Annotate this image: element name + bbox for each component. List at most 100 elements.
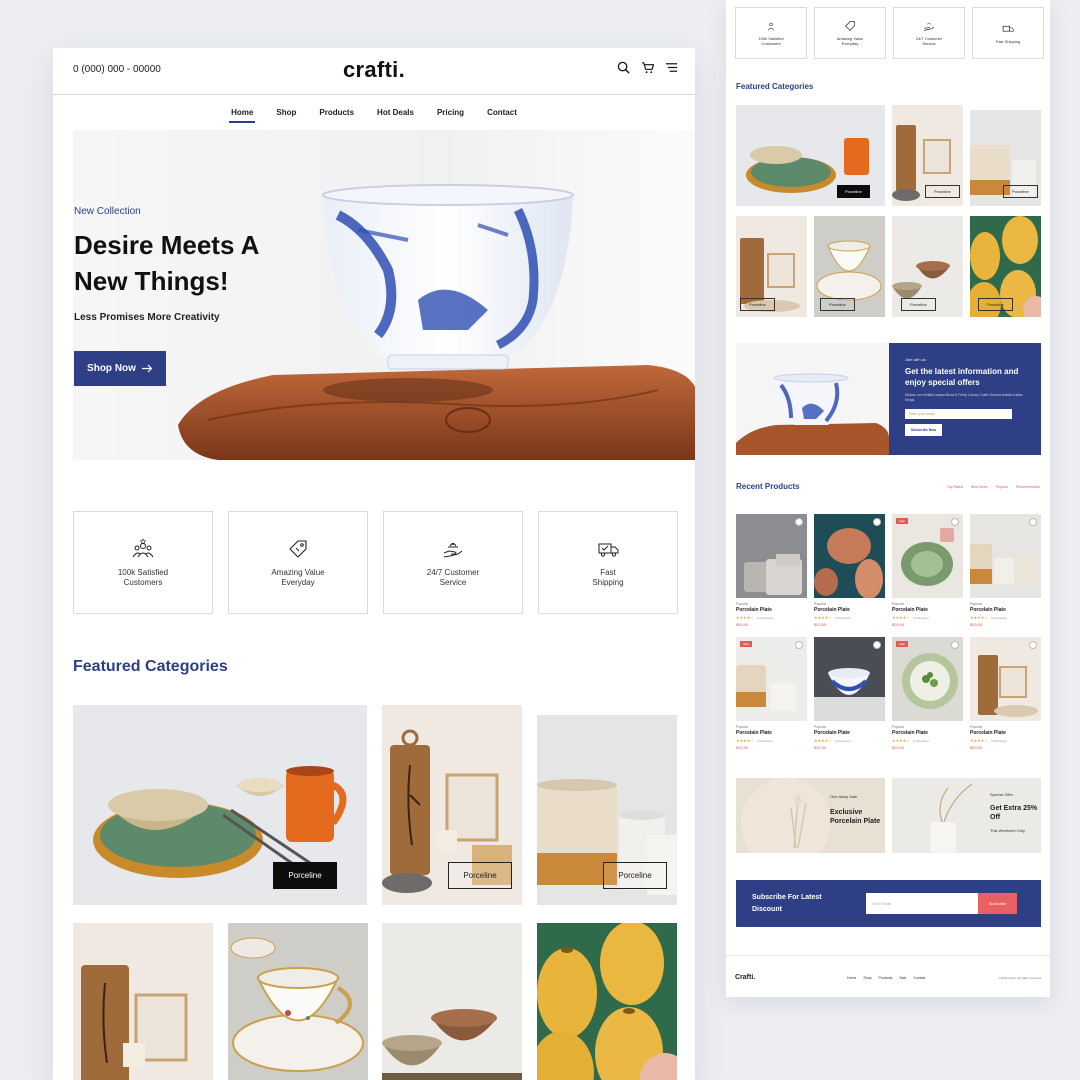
- product-name[interactable]: Porcelain Plate: [736, 730, 807, 736]
- preview-category-tile[interactable]: Porceline: [892, 216, 963, 317]
- offer-banner[interactable]: One Away Sale Exclusive Porcelain Plate: [736, 778, 885, 853]
- footer-nav: Home Shop Products Sale Contact: [847, 976, 925, 980]
- product-category: Popular: [736, 725, 749, 729]
- nav-contact[interactable]: Contact: [487, 108, 517, 121]
- preview-category-tile[interactable]: Porceline: [736, 216, 807, 317]
- product-category: Popular: [892, 602, 905, 606]
- tab-popular[interactable]: Popular: [996, 485, 1008, 489]
- wishlist-icon[interactable]: [795, 518, 803, 526]
- feature-text: Fast: [600, 567, 616, 577]
- porceline-button[interactable]: Porceline: [448, 862, 512, 889]
- wishlist-icon[interactable]: [951, 641, 959, 649]
- category-tile[interactable]: [73, 923, 213, 1080]
- tab-best-seller[interactable]: Best Seller: [971, 485, 988, 489]
- product-name[interactable]: Porcelain Plate: [736, 607, 807, 613]
- product-card[interactable]: Popular Porcelain Plate ★★★★☆ (4 Reviews)…: [814, 514, 885, 627]
- nav-products[interactable]: Products: [319, 108, 354, 121]
- nav-home[interactable]: Home: [229, 108, 256, 123]
- porceline-button[interactable]: Porceline: [273, 862, 337, 889]
- wishlist-icon[interactable]: [951, 518, 959, 526]
- preview-category-tile[interactable]: Porceline: [970, 110, 1041, 206]
- footer-link-shop[interactable]: Shop: [863, 976, 871, 980]
- product-card[interactable]: Sale Popular Porcelain Plate ★★★★☆ (4 Rev…: [736, 637, 807, 750]
- tab-top-rated[interactable]: Top Rated: [947, 485, 963, 489]
- nav-pricing[interactable]: Pricing: [437, 108, 464, 121]
- product-rating: ★★★★☆ (4 Reviews): [814, 738, 885, 743]
- arrow-right-icon: [141, 364, 153, 373]
- product-image: [892, 637, 963, 721]
- footer-link-products[interactable]: Products: [879, 976, 893, 980]
- footer-logo[interactable]: Crafti.: [735, 974, 755, 981]
- wishlist-icon[interactable]: [1029, 518, 1037, 526]
- subscribe-email-input[interactable]: Your Email: [866, 893, 978, 914]
- product-card[interactable]: Sale Popular Porcelain Plate ★★★★☆ (4 Rev…: [892, 514, 963, 627]
- porceline-button[interactable]: Porceline: [837, 185, 870, 198]
- promo-cup-image: [736, 343, 889, 455]
- porceline-button[interactable]: Porceline: [901, 298, 936, 311]
- product-card[interactable]: Popular Porcelain Plate ★★★★☆ (4 Reviews)…: [970, 637, 1041, 750]
- porceline-button[interactable]: Porceline: [978, 298, 1013, 311]
- wishlist-icon[interactable]: [873, 518, 881, 526]
- newsletter-email-input[interactable]: Enter your email: [905, 409, 1012, 419]
- cart-icon[interactable]: [641, 61, 655, 75]
- feature-text: Amazing Value: [271, 567, 325, 577]
- category-tile[interactable]: Porceline: [73, 705, 367, 905]
- porceline-button[interactable]: Porceline: [603, 862, 667, 889]
- subscribe-title: Subscribe For Latest Discount: [752, 894, 822, 913]
- feature-text: Fast: [995, 38, 1004, 44]
- tab-recommended[interactable]: Recommended: [1016, 485, 1040, 489]
- review-count: (4 Reviews): [912, 739, 929, 743]
- porceline-button[interactable]: Porceline: [740, 298, 775, 311]
- feature-card: 24/7 Customer Service: [383, 511, 523, 614]
- footer-link-home[interactable]: Home: [847, 976, 856, 980]
- preview-category-tile[interactable]: Porceline: [970, 216, 1041, 317]
- offer-banner[interactable]: Special Offer Get Extra 25% Off This Wee…: [892, 778, 1041, 853]
- wishlist-icon[interactable]: [1029, 641, 1037, 649]
- wishlist-icon[interactable]: [795, 641, 803, 649]
- teacups-image: [228, 923, 368, 1080]
- porceline-button[interactable]: Porceline: [1003, 185, 1038, 198]
- footer-copyright: ©2022 Crafti. All rights reserved: [998, 976, 1041, 980]
- category-tile[interactable]: [228, 923, 368, 1080]
- product-name[interactable]: Porcelain Plate: [970, 607, 1041, 613]
- menu-icon[interactable]: [665, 61, 678, 75]
- hero-title-line2: New Things!: [74, 266, 229, 296]
- porceline-button[interactable]: Porceline: [820, 298, 855, 311]
- sale-badge: Sale: [740, 641, 753, 647]
- product-name[interactable]: Porcelain Plate: [970, 730, 1041, 736]
- porceline-button[interactable]: Porceline: [925, 185, 960, 198]
- preview-category-tile[interactable]: Porceline: [736, 105, 885, 206]
- category-tile[interactable]: [382, 923, 522, 1080]
- product-name[interactable]: Porcelain Plate: [892, 607, 963, 613]
- search-icon[interactable]: [617, 61, 630, 75]
- product-card[interactable]: Sale Popular Porcelain Plate ★★★★☆ (4 Rev…: [892, 637, 963, 750]
- tag-icon: [845, 21, 855, 31]
- preview-feature-card: Amazing Value Everyday: [814, 7, 886, 59]
- product-card[interactable]: Popular Porcelain Plate ★★★★☆ (4 Reviews)…: [736, 514, 807, 627]
- product-category: Popular: [892, 725, 905, 729]
- category-tile[interactable]: Porceline: [382, 705, 522, 905]
- product-card[interactable]: Popular Porcelain Plate ★★★★☆ (4 Reviews)…: [970, 514, 1041, 627]
- subscribe-button[interactable]: Subscribe: [978, 893, 1017, 914]
- product-image: [892, 514, 963, 598]
- product-name[interactable]: Porcelain Plate: [892, 730, 963, 736]
- product-card[interactable]: Popular Porcelain Plate ★★★★☆ (4 Reviews)…: [814, 637, 885, 750]
- category-tile[interactable]: Porceline: [537, 715, 677, 905]
- wishlist-icon[interactable]: [873, 641, 881, 649]
- shop-now-button[interactable]: Shop Now: [74, 351, 166, 386]
- product-tabs: Top Rated Best Seller Popular Recommende…: [947, 485, 1040, 489]
- subscribe-now-button[interactable]: Subscribe Now: [905, 424, 942, 436]
- preview-category-tile[interactable]: Porceline: [892, 105, 963, 206]
- rating-stars: ★★★★☆: [970, 615, 988, 620]
- category-tile[interactable]: [537, 923, 677, 1080]
- footer-link-sale[interactable]: Sale: [899, 976, 906, 980]
- logo[interactable]: crafti.: [343, 57, 405, 83]
- feature-text: Everyday: [841, 41, 859, 46]
- nav-shop[interactable]: Shop: [276, 108, 296, 121]
- preview-category-tile[interactable]: Porceline: [814, 216, 885, 317]
- feature-text: Service: [439, 577, 467, 587]
- nav-hot-deals[interactable]: Hot Deals: [377, 108, 414, 121]
- product-name[interactable]: Porcelain Plate: [814, 730, 885, 736]
- footer-link-contact[interactable]: Contact: [913, 976, 925, 980]
- product-name[interactable]: Porcelain Plate: [814, 607, 885, 613]
